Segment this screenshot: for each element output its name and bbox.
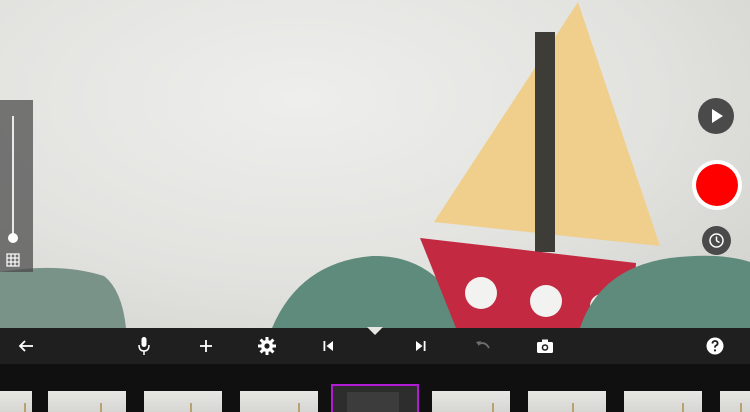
filmstrip-frame[interactable] [624,391,702,412]
help-icon[interactable] [703,334,727,358]
settings-gear-icon[interactable] [255,334,279,358]
add-icon[interactable] [194,334,218,358]
toolbar [0,327,750,364]
filmstrip-frame[interactable] [720,391,750,412]
grid-icon[interactable] [6,253,20,267]
play-icon [712,109,723,123]
camera-preview [0,0,750,328]
porthole [530,285,562,317]
timer-icon [709,233,724,248]
filmstrip-frame[interactable] [240,391,318,412]
filmstrip [0,364,750,412]
camera-icon[interactable] [533,334,557,358]
record-icon [696,164,738,206]
play-button[interactable] [698,98,734,134]
filmstrip-frame-selected[interactable] [331,384,419,412]
capture-button[interactable] [692,160,742,210]
timer-button[interactable] [702,226,731,255]
onion-skin-panel [0,100,33,272]
filmstrip-frame[interactable] [528,391,606,412]
onion-skin-slider[interactable] [12,116,14,236]
skip-to-end-icon[interactable] [409,334,433,358]
back-arrow-icon[interactable] [14,334,38,358]
microphone-icon[interactable] [132,334,156,358]
preview-image [0,2,750,328]
onion-skin-slider-thumb[interactable] [8,233,18,243]
filmstrip-frame[interactable] [144,391,222,412]
porthole [465,277,497,309]
skip-to-start-icon[interactable] [316,334,340,358]
filmstrip-frame[interactable] [432,391,510,412]
boat-mast [535,32,555,252]
filmstrip-frame[interactable] [48,391,126,412]
playhead-marker [367,327,383,335]
hill-left [0,267,126,328]
filmstrip-frame[interactable] [0,391,32,412]
undo-icon[interactable] [471,334,495,358]
